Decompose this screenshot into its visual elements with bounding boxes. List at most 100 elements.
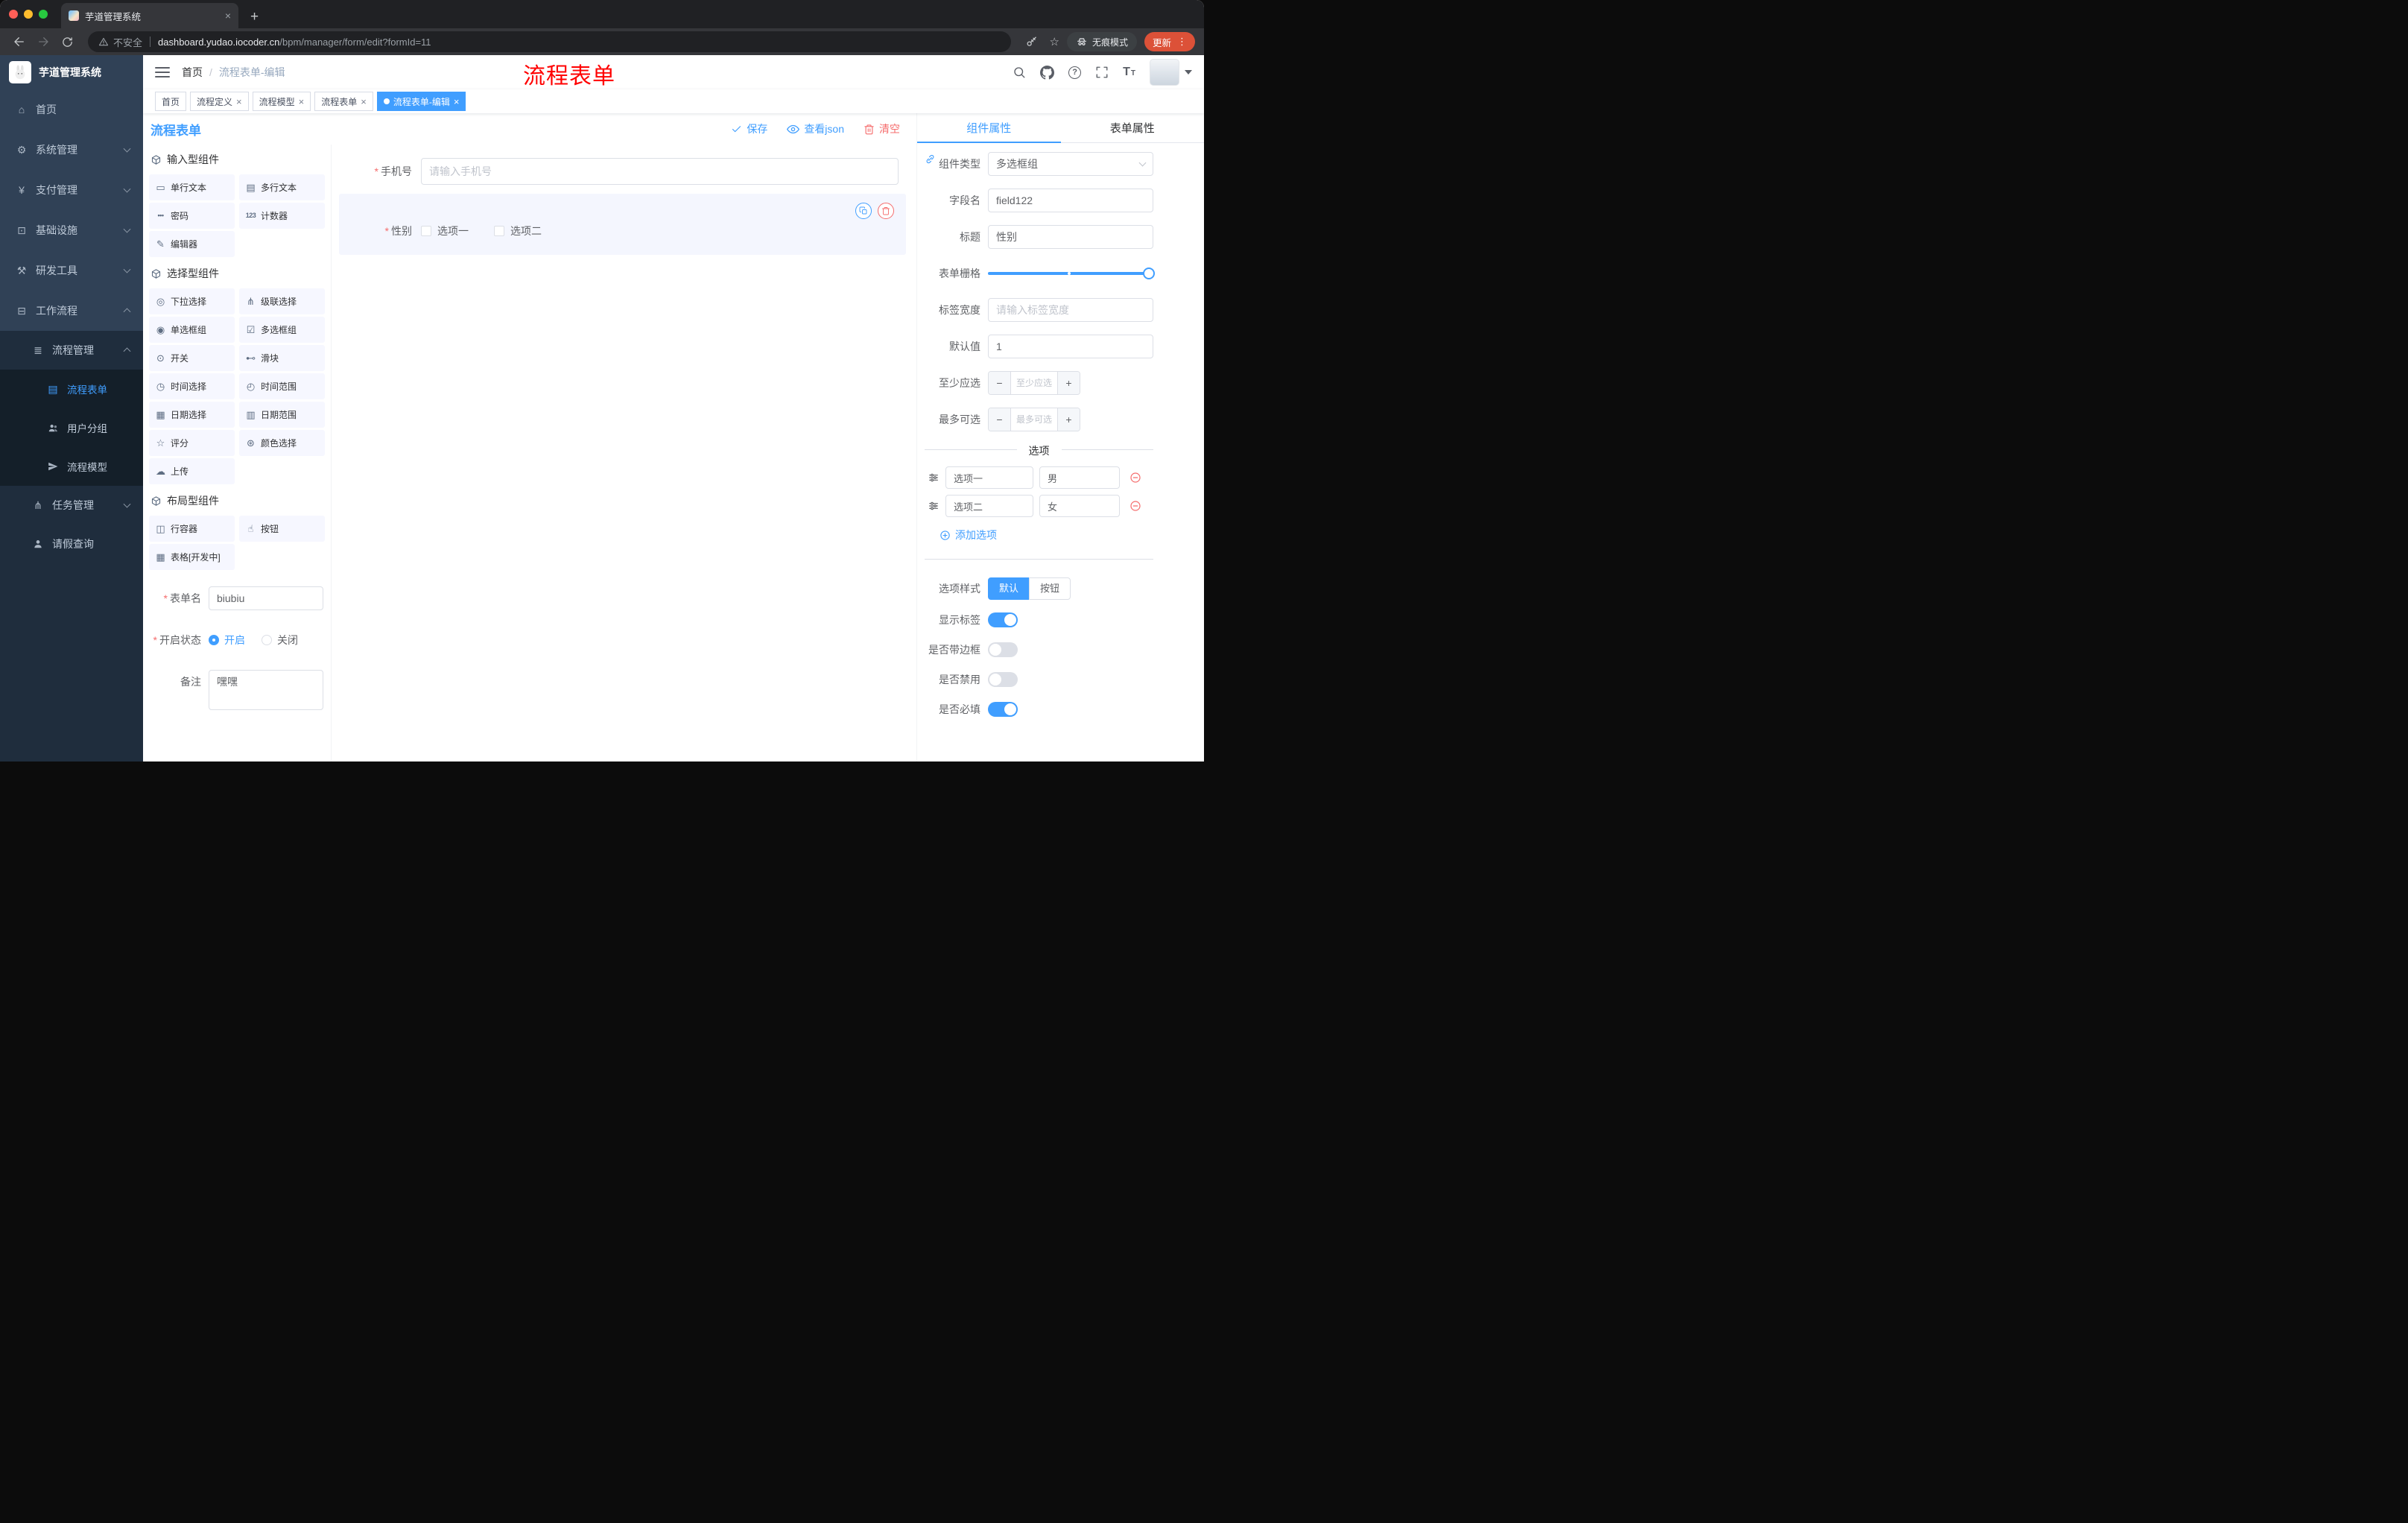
disabled-switch[interactable] (988, 672, 1018, 687)
hamburger-icon[interactable] (155, 65, 170, 80)
drag-handle-icon[interactable] (928, 500, 940, 512)
address-bar[interactable]: 不安全 dashboard.yudao.iocoder.cn /bpm/mana… (88, 31, 1011, 52)
bookmark-star-icon[interactable]: ☆ (1050, 35, 1059, 48)
sidebar-item-process-form[interactable]: ▤ 流程表单 (0, 370, 143, 408)
component-date-picker[interactable]: ▦ 日期选择 (149, 402, 235, 428)
component-cascader[interactable]: ⋔ 级联选择 (239, 288, 325, 314)
component-upload[interactable]: ☁ 上传 (149, 458, 235, 484)
gender-option-2[interactable]: 选项二 (494, 224, 542, 238)
back-icon[interactable] (9, 31, 30, 52)
option-value-input[interactable] (1039, 466, 1120, 489)
browser-tab[interactable]: 芋道管理系统 × (61, 3, 238, 28)
decrease-button[interactable]: − (989, 408, 1011, 431)
copy-item-button[interactable] (855, 203, 872, 219)
tag-process-form[interactable]: 流程表单 × (314, 92, 373, 111)
delete-item-button[interactable] (878, 203, 894, 219)
window-minimize-button[interactable] (24, 10, 33, 19)
checkbox-icon[interactable] (494, 226, 504, 236)
component-button[interactable]: ☝ 按钮 (239, 516, 325, 542)
component-date-range[interactable]: ▥ 日期范围 (239, 402, 325, 428)
component-switch[interactable]: ⊙ 开关 (149, 345, 235, 371)
component-rate[interactable]: ☆ 评分 (149, 430, 235, 456)
save-button[interactable]: 保存 (731, 121, 767, 136)
required-switch[interactable] (988, 702, 1018, 717)
default-value-input[interactable] (988, 335, 1153, 358)
sidebar-item-infrastructure[interactable]: ⊡ 基础设施 (0, 210, 143, 250)
github-icon[interactable] (1040, 65, 1055, 80)
component-time-picker[interactable]: ◷ 时间选择 (149, 373, 235, 399)
tag-process-model[interactable]: 流程模型 × (252, 92, 311, 111)
option-label-input[interactable] (945, 466, 1033, 489)
component-checkbox-group[interactable]: ☑ 多选框组 (239, 317, 325, 343)
form-remark-input[interactable]: 嘿嘿 (209, 670, 323, 710)
style-button-button[interactable]: 按钮 (1029, 577, 1071, 600)
update-button[interactable]: 更新 ⋮ (1144, 32, 1195, 51)
clear-button[interactable]: 清空 (864, 121, 900, 136)
component-table[interactable]: ▦ 表格[开发中] (149, 544, 235, 570)
tab-form-props[interactable]: 表单属性 (1061, 113, 1205, 142)
canvas-item-phone[interactable]: * 手机号 (339, 152, 906, 191)
increase-button[interactable]: + (1057, 408, 1080, 431)
gender-option-1[interactable]: 选项一 (421, 224, 469, 238)
component-counter[interactable]: 123 计数器 (239, 203, 325, 229)
remove-option-icon[interactable] (1129, 500, 1141, 512)
browser-menu-icon[interactable]: ⋮ (1177, 36, 1187, 48)
title-input[interactable] (988, 225, 1153, 249)
tab-close-icon[interactable]: × (225, 10, 231, 22)
close-icon[interactable]: × (361, 97, 367, 107)
option-value-input[interactable] (1039, 495, 1120, 517)
border-switch[interactable] (988, 642, 1018, 657)
component-time-range[interactable]: ◴ 时间范围 (239, 373, 325, 399)
sidebar-item-payment[interactable]: ¥ 支付管理 (0, 170, 143, 210)
slider-handle[interactable] (1143, 267, 1155, 279)
user-menu[interactable] (1150, 59, 1192, 86)
fullscreen-icon[interactable] (1095, 66, 1109, 79)
component-radio-group[interactable]: ◉ 单选框组 (149, 317, 235, 343)
min-select-input[interactable] (1011, 372, 1057, 394)
component-editor[interactable]: ✎ 编辑器 (149, 231, 235, 257)
checkbox-icon[interactable] (421, 226, 431, 236)
decrease-button[interactable]: − (989, 372, 1011, 394)
canvas[interactable]: * 手机号 请输入手机号 * 性别 选项一 选项二 (332, 145, 916, 762)
remove-option-icon[interactable] (1129, 472, 1141, 484)
tab-component-props[interactable]: 组件属性 (917, 113, 1061, 142)
field-name-input[interactable] (988, 189, 1153, 212)
sidebar-item-task-management[interactable]: ⋔ 任务管理 (0, 486, 143, 525)
reload-icon[interactable] (57, 31, 77, 52)
sidebar-item-leave-query[interactable]: 请假查询 (0, 525, 143, 563)
tag-process-definition[interactable]: 流程定义 × (190, 92, 249, 111)
new-tab-button[interactable]: + (250, 10, 259, 24)
breadcrumb-home[interactable]: 首页 (182, 65, 203, 80)
avatar[interactable] (1150, 59, 1179, 86)
option-label-input[interactable] (945, 495, 1033, 517)
increase-button[interactable]: + (1057, 372, 1080, 394)
sidebar-item-workflow[interactable]: ⊟ 工作流程 (0, 291, 143, 331)
search-icon[interactable] (1013, 66, 1026, 79)
max-select-input[interactable] (1011, 408, 1057, 431)
sidebar-item-user-groups[interactable]: 用户分组 (0, 408, 143, 447)
sidebar-item-dev-tools[interactable]: ⚒ 研发工具 (0, 250, 143, 291)
drag-handle-icon[interactable] (928, 472, 940, 484)
component-color-picker[interactable]: ⊛ 颜色选择 (239, 430, 325, 456)
font-size-icon[interactable]: TT (1123, 66, 1135, 79)
link-icon[interactable] (925, 153, 936, 165)
form-name-input[interactable] (209, 586, 323, 610)
tag-process-form-edit[interactable]: 流程表单-编辑 × (376, 92, 466, 111)
canvas-item-gender[interactable]: * 性别 选项一 选项二 (339, 194, 906, 255)
close-icon[interactable]: × (299, 97, 305, 107)
sidebar-item-process-management[interactable]: ≣ 流程管理 (0, 331, 143, 370)
sidebar-item-system[interactable]: ⚙ 系统管理 (0, 130, 143, 170)
window-close-button[interactable] (9, 10, 18, 19)
component-single-text[interactable]: ▭ 单行文本 (149, 174, 235, 200)
component-slider[interactable]: ⊷ 滑块 (239, 345, 325, 371)
status-off-radio[interactable]: 关闭 (262, 633, 298, 647)
phone-input[interactable] (421, 158, 899, 185)
style-default-button[interactable]: 默认 (988, 577, 1030, 600)
label-width-input[interactable] (988, 298, 1153, 322)
add-option-button[interactable]: 添加选项 (940, 528, 1153, 542)
view-json-button[interactable]: 查看json (787, 121, 844, 136)
status-on-radio[interactable]: 开启 (209, 633, 245, 647)
help-icon[interactable]: ? (1068, 66, 1082, 79)
window-zoom-button[interactable] (39, 10, 48, 19)
tag-home[interactable]: 首页 (155, 92, 187, 111)
